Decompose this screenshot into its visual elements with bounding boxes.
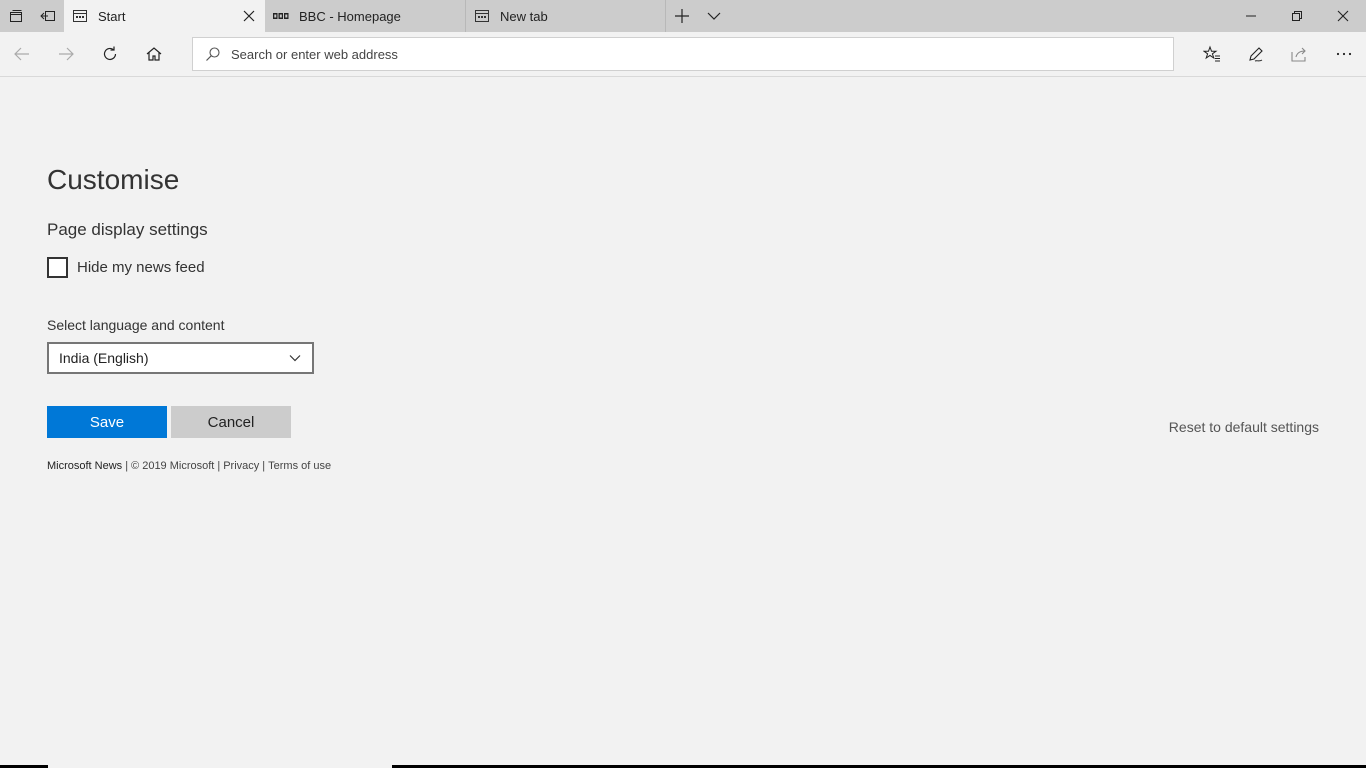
minimize-button[interactable] [1228, 0, 1274, 32]
close-icon [243, 10, 255, 22]
hide-news-feed-checkbox[interactable] [47, 257, 68, 278]
restore-button[interactable] [1274, 0, 1320, 32]
forward-arrow-icon [59, 47, 74, 61]
footer: Microsoft News | © 2019 Microsoft | Privacy |… [47, 460, 331, 472]
tab-bbc-homepage[interactable]: BBC - Homepage [265, 0, 466, 32]
home-icon [146, 47, 162, 61]
pen-icon [1249, 47, 1263, 62]
footer-brand: Microsoft News [47, 460, 123, 472]
hide-news-feed-option[interactable]: Hide my news feed [47, 257, 205, 278]
refresh-icon [103, 46, 117, 60]
save-button[interactable]: Save [47, 406, 167, 438]
window-close-icon [1337, 10, 1349, 22]
tab-new-tab[interactable]: New tab [466, 0, 666, 32]
add-notes-button[interactable] [1238, 38, 1274, 70]
more-button[interactable] [1326, 38, 1362, 70]
navigation-bar [0, 32, 1366, 77]
privacy-link[interactable]: Privacy [223, 460, 259, 472]
home-button[interactable] [136, 38, 172, 70]
tab-title: BBC - Homepage [299, 8, 401, 24]
forward-button[interactable] [48, 38, 84, 70]
tab-start[interactable]: Start [64, 0, 265, 32]
terms-of-use-link[interactable]: Terms of use [268, 460, 331, 472]
new-tab-plus-icon [675, 9, 689, 23]
tabs-preview-icon [10, 10, 22, 22]
minimize-icon [1246, 15, 1256, 17]
restore-icon [1292, 11, 1302, 21]
language-label: Select language and content [47, 317, 225, 333]
favorites-button[interactable] [1194, 38, 1230, 70]
address-input[interactable] [231, 46, 1131, 62]
language-select[interactable]: India (English) [47, 342, 314, 374]
tab-set-aside-button[interactable] [32, 0, 64, 32]
reset-to-default-link[interactable]: Reset to default settings [1169, 419, 1319, 435]
address-bar[interactable] [192, 37, 1174, 71]
tab-bar: Start BBC - Homepage New tab [0, 0, 1366, 32]
language-select-value: India (English) [59, 350, 149, 366]
tab-title: New tab [500, 8, 548, 24]
chevron-down-icon [707, 12, 721, 20]
bbc-icon [273, 8, 289, 24]
refresh-button[interactable] [92, 38, 128, 70]
back-button[interactable] [4, 38, 40, 70]
page-title: Customise [47, 164, 180, 195]
tab-preview-toggle-button[interactable] [698, 0, 730, 32]
window-close-button[interactable] [1320, 0, 1366, 32]
chevron-down-icon [289, 355, 301, 362]
share-icon [1291, 47, 1306, 62]
tab-title: Start [98, 8, 126, 24]
cancel-button[interactable]: Cancel [171, 406, 291, 438]
section-title: Page display settings [47, 220, 208, 239]
tab-set-aside-icon [40, 11, 55, 21]
hide-news-feed-label: Hide my news feed [77, 259, 205, 276]
back-arrow-icon [14, 47, 29, 61]
page-icon [72, 8, 88, 24]
more-icon [1336, 52, 1352, 56]
footer-separator: | [217, 460, 221, 472]
footer-copyright: © 2019 Microsoft [131, 460, 215, 472]
tabs-preview-button[interactable] [0, 0, 32, 32]
new-tab-button[interactable] [666, 0, 698, 32]
close-tab-button[interactable] [241, 8, 257, 24]
search-icon [205, 46, 221, 62]
share-button[interactable] [1281, 38, 1317, 70]
footer-separator: | [262, 460, 266, 472]
footer-separator: | [125, 460, 129, 472]
page-icon [474, 8, 490, 24]
favorites-icon [1203, 45, 1220, 62]
